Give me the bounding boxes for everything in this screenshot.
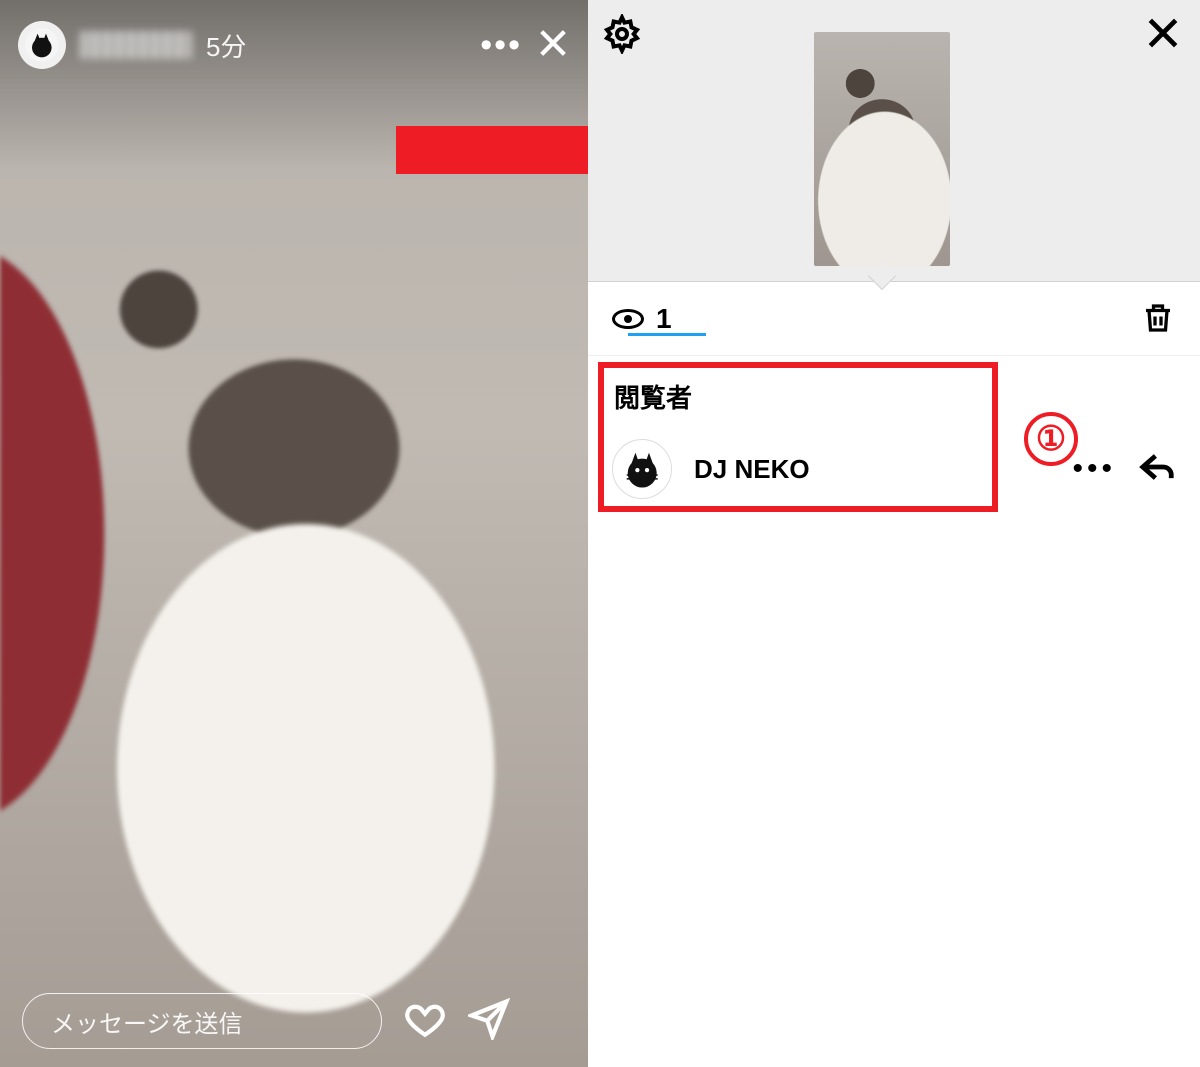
more-icon[interactable]: •••	[480, 26, 522, 65]
eye-icon	[863, 242, 885, 256]
delete-icon[interactable]	[1140, 300, 1176, 341]
thumbnail-view-count: 1	[814, 237, 950, 260]
cat-avatar-icon	[25, 28, 59, 62]
eye-icon	[612, 309, 644, 329]
viewer-row[interactable]: DJ NEKO •••	[612, 433, 1176, 505]
story-thumbnail[interactable]: 1	[814, 32, 950, 266]
like-icon[interactable]	[404, 998, 446, 1045]
viewer-avatar[interactable]	[612, 439, 672, 499]
active-tab-indicator	[628, 333, 706, 336]
share-icon[interactable]	[468, 998, 510, 1045]
close-icon[interactable]	[536, 26, 570, 65]
reply-placeholder: メッセージを送信	[51, 1004, 243, 1039]
story-author-name-redacted	[80, 31, 192, 59]
story-timestamp: 5分	[206, 27, 246, 64]
settings-icon[interactable]	[602, 14, 642, 59]
view-count: 1	[656, 303, 672, 335]
viewer-name: DJ NEKO	[694, 454, 810, 485]
viewers-heading: 閲覧者	[614, 378, 1176, 415]
story-author-avatar[interactable]	[18, 21, 66, 69]
more-icon[interactable]: •••	[1072, 452, 1116, 486]
cat-avatar-icon	[619, 446, 665, 492]
views-tab[interactable]: 1	[612, 303, 672, 335]
story-header: 5分 •••	[0, 10, 588, 80]
reply-input[interactable]: メッセージを送信	[22, 993, 382, 1049]
reply-icon[interactable]	[1138, 448, 1176, 491]
viewers-panel: 1 1 ① 閲覧者	[588, 0, 1200, 1067]
tabs-row: 1	[588, 282, 1200, 356]
close-icon[interactable]	[1144, 14, 1182, 57]
story-footer: メッセージを送信	[0, 993, 588, 1049]
